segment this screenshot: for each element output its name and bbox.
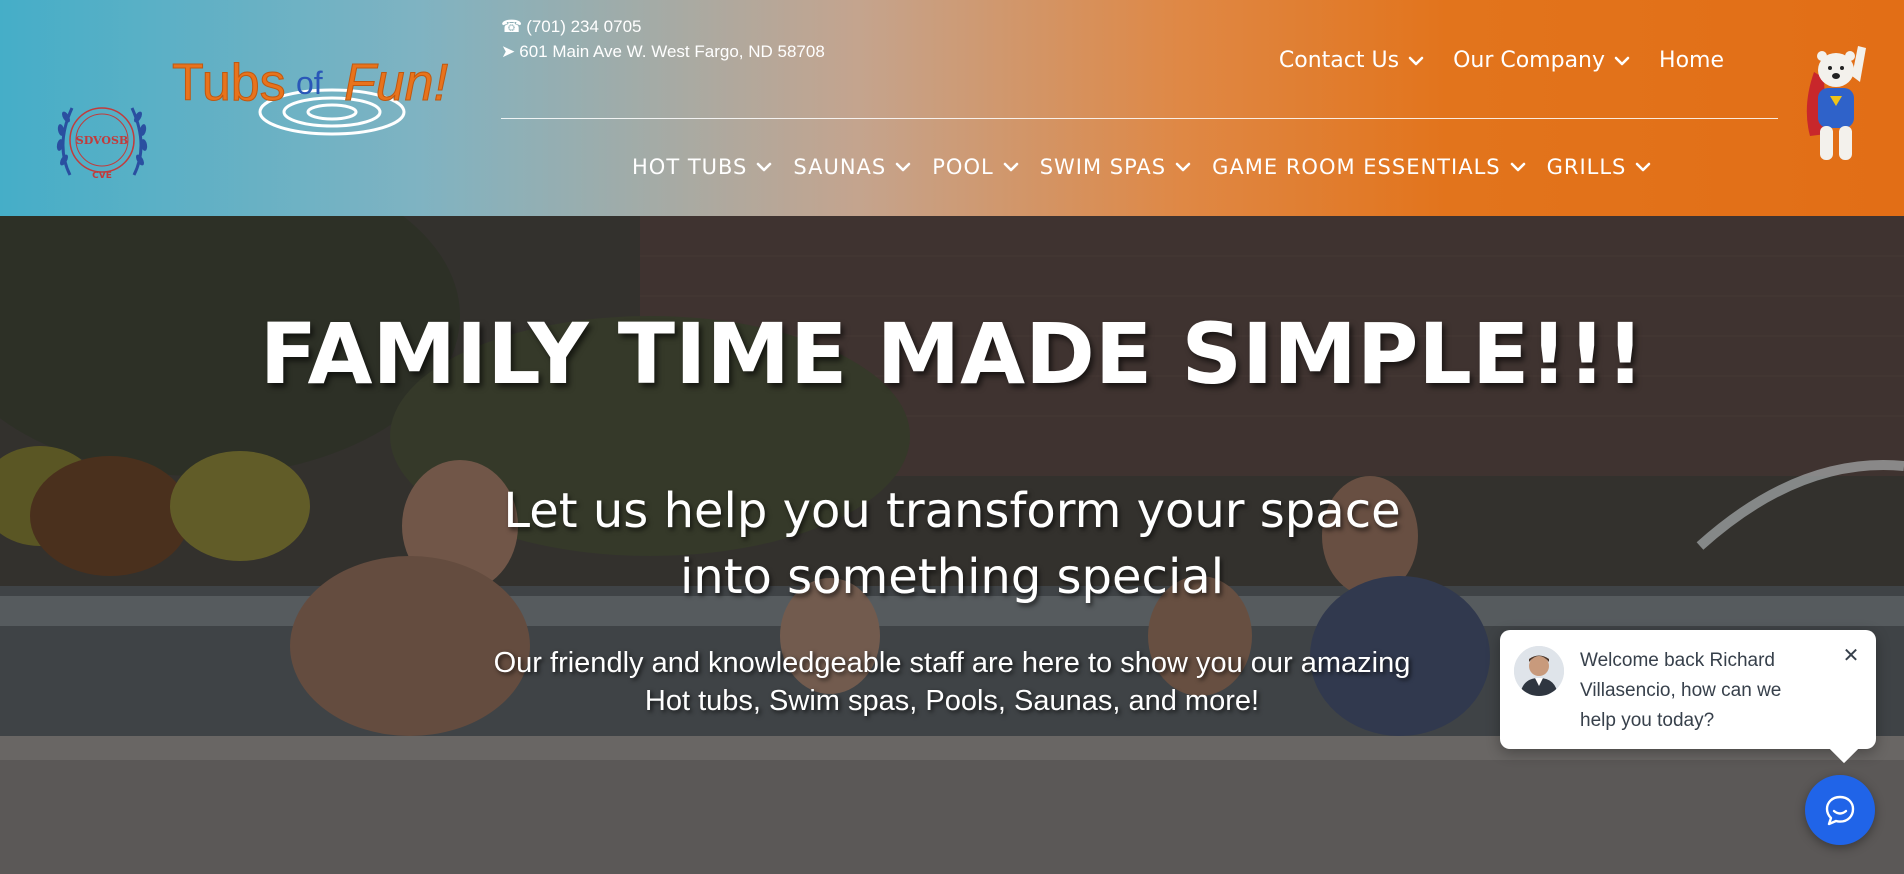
chevron-down-icon: [1408, 56, 1424, 65]
phone-icon: ☎: [501, 17, 523, 36]
address-text[interactable]: 601 Main Ave W. West Fargo, ND 58708: [519, 39, 825, 64]
nav-label: Our Company: [1453, 48, 1606, 73]
chevron-down-icon: [1636, 162, 1651, 172]
chat-message: Welcome back Richard Villasencio, how ca…: [1580, 650, 1782, 731]
nav-grills[interactable]: GRILLS: [1547, 155, 1653, 179]
phone-row[interactable]: ☎ (701) 234 0705: [501, 14, 825, 39]
hero-title: FAMILY TIME MADE SIMPLE!!!: [259, 305, 1645, 403]
chevron-down-icon: [895, 162, 911, 172]
chat-launcher-button[interactable]: [1805, 775, 1875, 845]
top-nav: Contact Us Our Company Home: [1279, 48, 1724, 73]
chevron-down-icon: [1614, 56, 1630, 65]
nav-home[interactable]: Home: [1659, 48, 1724, 73]
nav-label: SWIM SPAS: [1039, 155, 1167, 179]
svg-text:SDVOSB: SDVOSB: [76, 134, 128, 147]
nav-label: POOL: [932, 155, 994, 179]
chat-welcome-popup[interactable]: Welcome back Richard Villasencio, how ca…: [1500, 630, 1876, 749]
chevron-down-icon: [757, 162, 772, 172]
chevron-down-icon: [1175, 162, 1191, 172]
svg-text:of: of: [296, 65, 323, 101]
polar-bear-mascot-icon: [1806, 46, 1866, 160]
nav-game-room-essentials[interactable]: GAME ROOM ESSENTIALS: [1212, 155, 1526, 179]
chat-icon: [1825, 795, 1855, 826]
tubs-of-fun-logo[interactable]: Tubs of Fun!: [168, 44, 498, 140]
nav-contact-us[interactable]: Contact Us: [1279, 48, 1425, 73]
location-arrow-icon: ➤: [501, 42, 516, 61]
nav-label: GRILLS: [1546, 155, 1627, 179]
header-divider: [501, 118, 1778, 119]
svg-text:Tubs: Tubs: [172, 54, 286, 112]
nav-label: SAUNAS: [793, 155, 887, 179]
phone-number[interactable]: (701) 234 0705: [526, 14, 641, 39]
svg-text:Fun!: Fun!: [344, 54, 448, 112]
close-icon[interactable]: ✕: [1840, 644, 1862, 666]
nav-pool[interactable]: POOL: [932, 155, 1019, 179]
agent-avatar: [1514, 646, 1564, 696]
hero-subtitle-line2: into something special: [679, 549, 1225, 605]
address-row[interactable]: ➤ 601 Main Ave W. West Fargo, ND 58708: [501, 39, 825, 64]
contact-info: ☎ (701) 234 0705 ➤ 601 Main Ave W. West …: [501, 14, 825, 64]
person-avatar-icon: [1514, 646, 1564, 696]
main-nav: HOT TUBS SAUNAS POOL SWIM SPAS GAME ROOM…: [632, 155, 1652, 179]
hero-subtitle: Let us help you transform your space int…: [0, 478, 1904, 610]
sdvosb-seal-icon: SDVOSB CVE: [56, 107, 148, 181]
nav-our-company[interactable]: Our Company: [1453, 48, 1631, 73]
nav-label: GAME ROOM ESSENTIALS: [1212, 155, 1501, 179]
nav-saunas[interactable]: SAUNAS: [793, 155, 912, 179]
nav-hot-tubs[interactable]: HOT TUBS: [632, 155, 773, 179]
chevron-down-icon: [1510, 162, 1525, 172]
nav-swim-spas[interactable]: SWIM SPAS: [1040, 155, 1192, 179]
svg-text:CVE: CVE: [92, 171, 112, 181]
nav-label: Contact Us: [1278, 48, 1400, 73]
nav-label: HOT TUBS: [632, 155, 748, 179]
nav-label: Home: [1659, 48, 1724, 73]
hero-section: FAMILY TIME MADE SIMPLE!!! Let us help y…: [0, 216, 1904, 874]
chevron-down-icon: [1003, 162, 1018, 172]
site-header: SDVOSB CVE Tubs of Fun! ☎ (701) 234 0705…: [0, 0, 1904, 216]
hero-subtitle-line1: Let us help you transform your space: [503, 483, 1401, 539]
